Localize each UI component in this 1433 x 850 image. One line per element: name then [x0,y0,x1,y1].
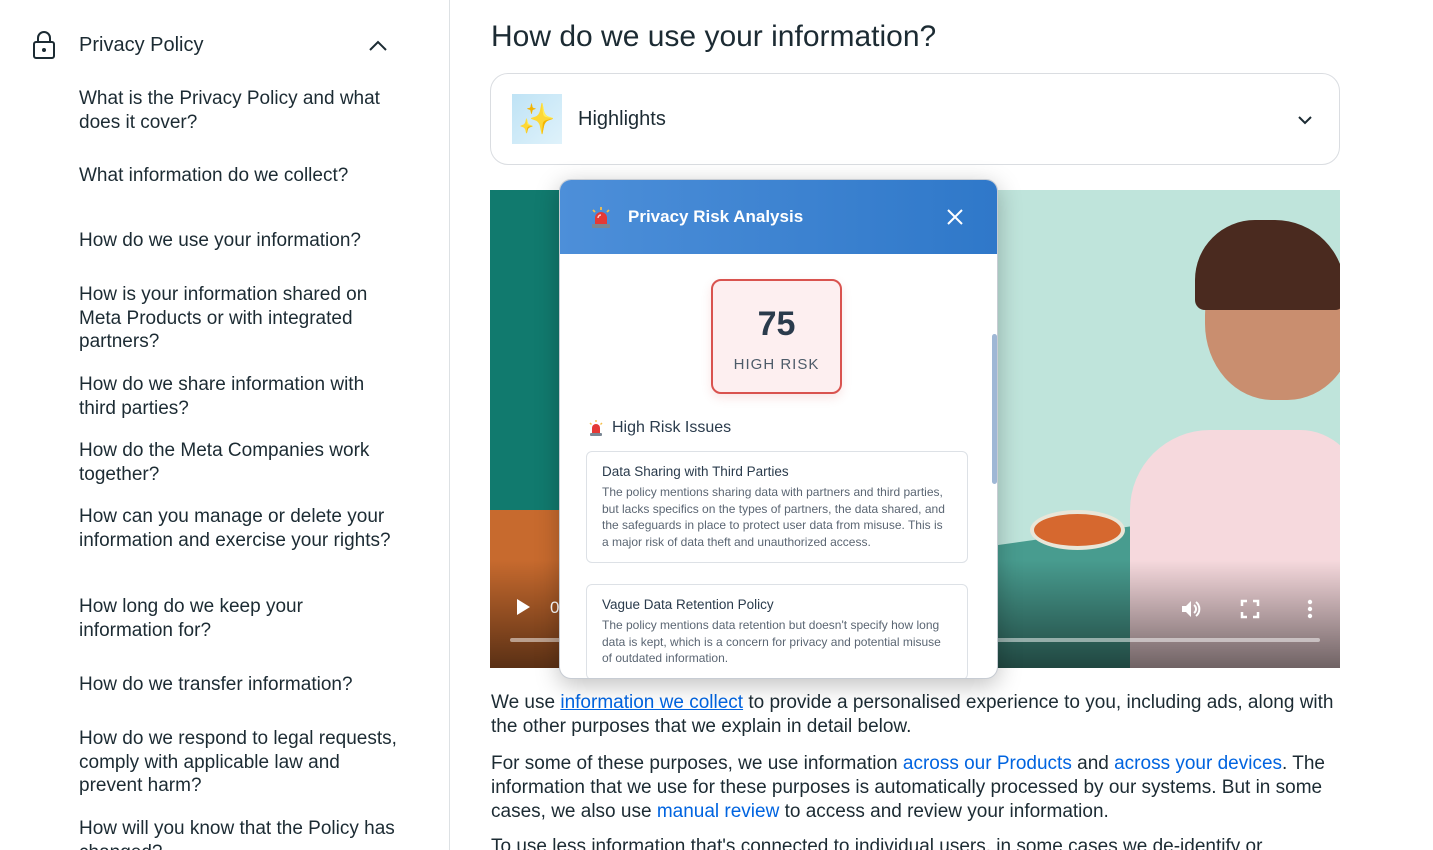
popup-header: Privacy Risk Analysis [560,180,997,254]
more-vert-icon[interactable] [1302,598,1318,620]
play-icon[interactable] [514,598,532,616]
issue-card: Vague Data Retention Policy The policy m… [586,584,968,678]
sidebar-item-transfer[interactable]: How do we transfer information? [79,673,399,697]
sidebar-item-how-we-use[interactable]: How do we use your information? [79,229,399,253]
issue-description: The policy mentions data retention but d… [602,618,941,665]
popup-body: 75 HIGH RISK High Risk Issues Data Shari… [560,254,997,678]
page-title: How do we use your information? [491,20,937,53]
chevron-down-icon[interactable] [1293,108,1317,132]
issue-card: Data Sharing with Third Parties The poli… [586,451,968,563]
link-information-we-collect[interactable]: information we collect [560,692,743,713]
risk-score-card: 75 HIGH RISK [711,279,842,394]
sidebar-item-policy-changes[interactable]: How will you know that the Policy has ch… [79,817,399,850]
link-manual-review[interactable]: manual review [657,801,780,822]
paragraph-deidentify: To use less information that's connected… [491,836,1263,850]
high-risk-issues-heading: High Risk Issues [588,419,731,437]
highlights-label: Highlights [578,107,666,130]
sidebar-item-meta-companies[interactable]: How do the Meta Companies work together? [79,439,399,486]
popup-scrollbar[interactable] [992,334,997,484]
sidebar: Privacy Policy What is the Privacy Polic… [0,0,450,850]
fullscreen-icon[interactable] [1240,599,1260,619]
sidebar-item-info-shared[interactable]: How is your information shared on Meta P… [79,283,399,354]
sidebar-item-legal-requests[interactable]: How do we respond to legal requests, com… [79,727,399,798]
issue-description: The policy mentions sharing data with pa… [602,485,945,549]
issue-title: Data Sharing with Third Parties [602,464,789,479]
sidebar-item-what-is-policy[interactable]: What is the Privacy Policy and what does… [79,87,399,134]
sparkles-icon: ✨ [512,94,562,144]
siren-icon [588,419,604,437]
risk-score-value: 75 [757,305,796,343]
chevron-up-icon[interactable] [366,34,390,58]
highlights-accordion[interactable]: ✨ Highlights [490,73,1340,165]
link-across-products[interactable]: across our Products [903,753,1072,774]
privacy-risk-popup: Privacy Risk Analysis 75 HIGH RISK High … [559,179,998,679]
sidebar-title: Privacy Policy [79,33,204,56]
issue-title: Vague Data Retention Policy [602,597,774,612]
volume-icon[interactable] [1180,598,1202,620]
risk-score-label: HIGH RISK [733,356,820,373]
sidebar-item-manage-delete[interactable]: How can you manage or delete your inform… [79,505,399,552]
sidebar-item-what-we-collect[interactable]: What information do we collect? [79,164,399,188]
sidebar-item-third-parties[interactable]: How do we share information with third p… [79,373,399,420]
link-across-devices[interactable]: across your devices [1114,753,1282,774]
lock-icon [30,29,58,61]
sidebar-header[interactable]: Privacy Policy [30,28,390,62]
sidebar-item-retention[interactable]: How long do we keep your information for… [79,595,399,642]
close-icon[interactable] [945,207,965,227]
paragraph-purposes: For some of these purposes, we use infor… [491,753,1325,822]
siren-icon [589,205,613,229]
popup-title: Privacy Risk Analysis [628,207,804,226]
paragraph-intro: We use information we collect to provide… [491,692,1334,737]
